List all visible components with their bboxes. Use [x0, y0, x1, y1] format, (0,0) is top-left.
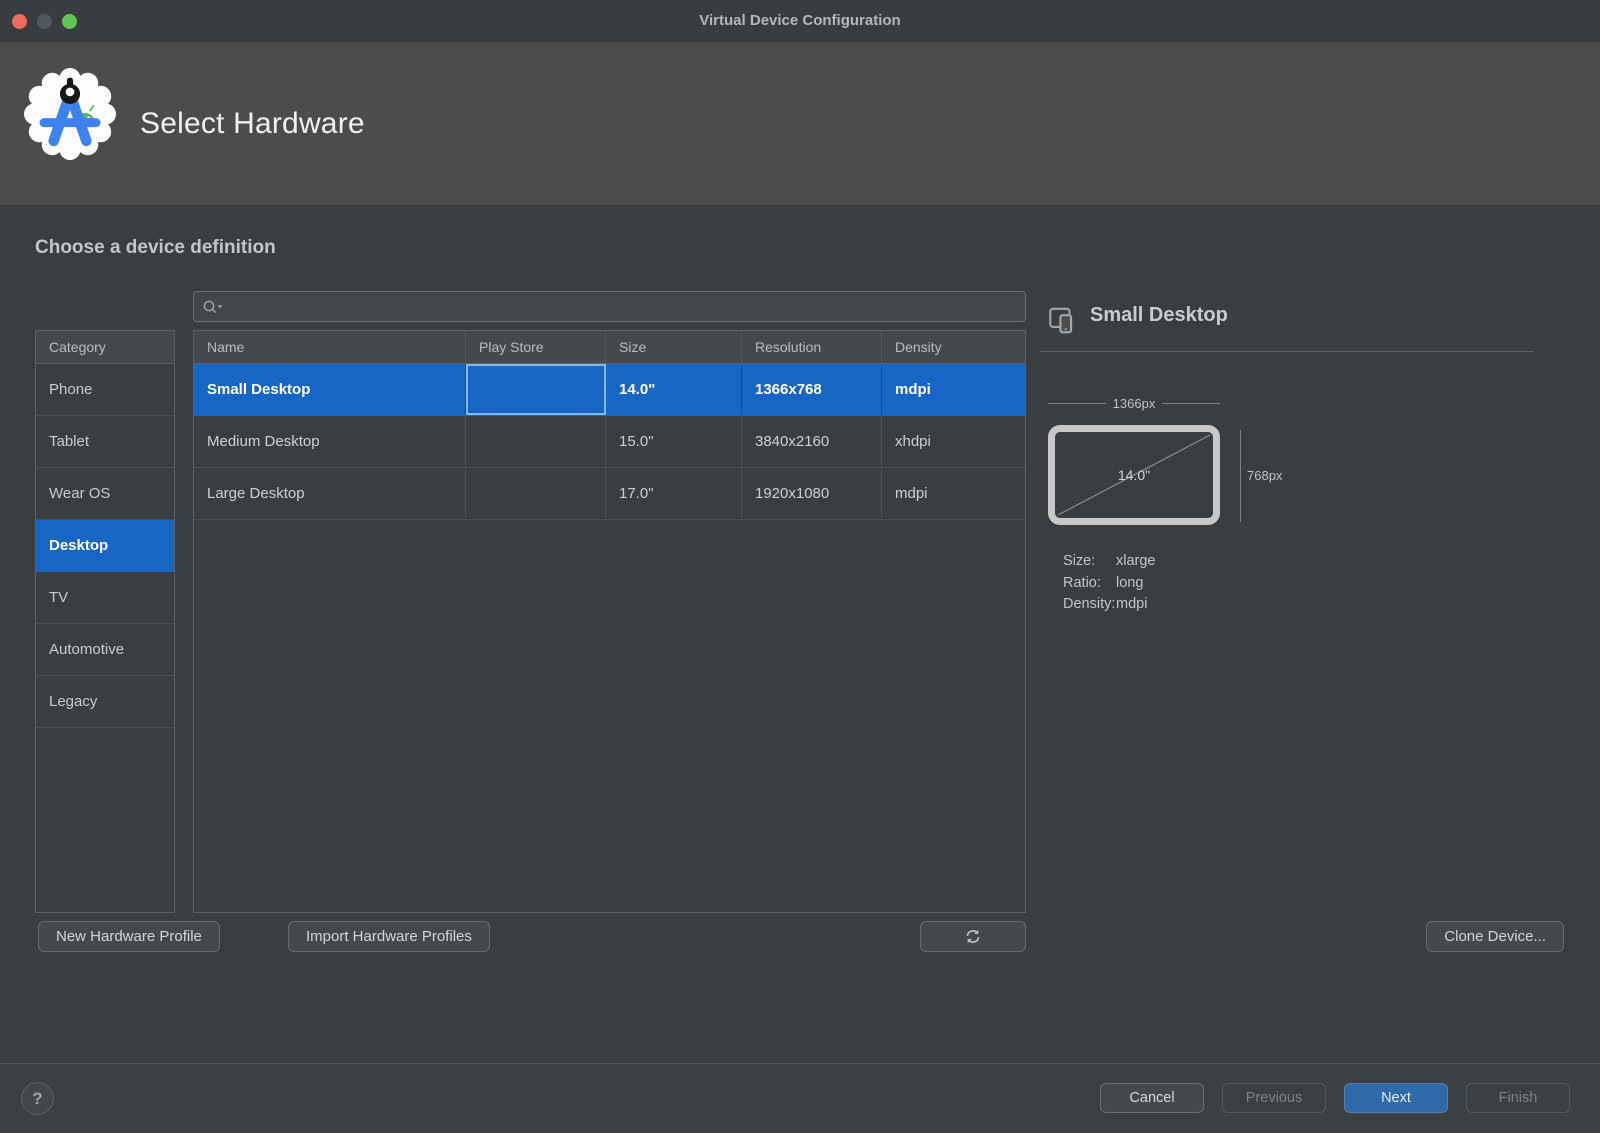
spec-size: Size:xlarge	[1063, 551, 1156, 573]
traffic-lights	[12, 14, 77, 29]
detail-device-title: Small Desktop	[1090, 304, 1228, 327]
spec-ratio: Ratio:long	[1063, 573, 1156, 595]
window-title: Virtual Device Configuration	[0, 0, 1600, 42]
column-header-size[interactable]: Size	[606, 331, 742, 363]
section-title: Choose a device definition	[35, 237, 276, 259]
table-row-medium-desktop[interactable]: Medium Desktop 15.0" 3840x2160 xhdpi	[194, 416, 1025, 468]
cell-density[interactable]: mdpi	[882, 364, 1025, 415]
cell-play-store[interactable]	[466, 416, 606, 467]
previous-button: Previous	[1222, 1083, 1326, 1113]
refresh-button[interactable]	[920, 921, 1026, 952]
cell-density[interactable]: xhdpi	[882, 416, 1025, 467]
device-search-box[interactable]	[193, 291, 1026, 322]
device-specs: Size:xlarge Ratio:long Density:mdpi	[1063, 551, 1156, 616]
category-panel: Category Phone Tablet Wear OS Desktop TV…	[35, 330, 175, 913]
search-icon	[202, 299, 226, 315]
height-dimension-line	[1240, 430, 1241, 522]
width-dimension: 1366px	[1048, 396, 1220, 411]
page-title: Select Hardware	[140, 42, 365, 205]
table-row-small-desktop[interactable]: Small Desktop 14.0" 1366x768 mdpi	[194, 364, 1025, 416]
category-item-legacy[interactable]: Legacy	[36, 676, 174, 728]
new-hardware-profile-button[interactable]: New Hardware Profile	[38, 921, 220, 952]
help-button[interactable]: ?	[21, 1082, 54, 1115]
cell-play-store[interactable]	[466, 468, 606, 519]
virtual-device-configuration-dialog: Virtual Device Configuration	[0, 0, 1600, 1133]
cell-size[interactable]: 15.0"	[606, 416, 742, 467]
cell-size[interactable]: 17.0"	[606, 468, 742, 519]
cell-name[interactable]: Medium Desktop	[194, 416, 466, 467]
next-button[interactable]: Next	[1344, 1083, 1448, 1113]
android-studio-logo-icon	[24, 68, 116, 160]
device-table-header: Name Play Store Size Resolution Density	[194, 331, 1025, 364]
category-item-phone[interactable]: Phone	[36, 364, 174, 416]
device-table: Name Play Store Size Resolution Density …	[193, 330, 1026, 913]
dialog-actions: Cancel Previous Next Finish	[1100, 1083, 1570, 1113]
category-header: Category	[36, 331, 174, 364]
column-header-name[interactable]: Name	[194, 331, 466, 363]
category-item-wear-os[interactable]: Wear OS	[36, 468, 174, 520]
cell-play-store[interactable]	[466, 364, 606, 415]
column-header-density[interactable]: Density	[882, 331, 1025, 363]
category-item-automotive[interactable]: Automotive	[36, 624, 174, 676]
category-item-tablet[interactable]: Tablet	[36, 416, 174, 468]
column-header-play-store[interactable]: Play Store	[466, 331, 606, 363]
dialog-footer: ? Cancel Previous Next Finish	[0, 1063, 1600, 1133]
cell-resolution[interactable]: 1920x1080	[742, 468, 882, 519]
refresh-icon	[964, 928, 982, 945]
close-button[interactable]	[12, 14, 27, 29]
diagonal-size-label: 14.0"	[1055, 432, 1213, 518]
wizard-header: Select Hardware	[0, 42, 1600, 205]
minimize-button	[37, 14, 52, 29]
category-item-desktop[interactable]: Desktop	[36, 520, 174, 572]
cell-name[interactable]: Small Desktop	[194, 364, 466, 415]
device-screen-diagram: 14.0"	[1048, 425, 1220, 525]
import-hardware-profiles-button[interactable]: Import Hardware Profiles	[288, 921, 490, 952]
finish-button: Finish	[1466, 1083, 1570, 1113]
cell-resolution[interactable]: 3840x2160	[742, 416, 882, 467]
detail-divider	[1040, 351, 1534, 352]
devices-icon	[1046, 304, 1078, 336]
column-header-resolution[interactable]: Resolution	[742, 331, 882, 363]
cell-density[interactable]: mdpi	[882, 468, 1025, 519]
clone-device-button[interactable]: Clone Device...	[1426, 921, 1564, 952]
cell-name[interactable]: Large Desktop	[194, 468, 466, 519]
width-label: 1366px	[1113, 396, 1156, 411]
category-item-tv[interactable]: TV	[36, 572, 174, 624]
table-row-large-desktop[interactable]: Large Desktop 17.0" 1920x1080 mdpi	[194, 468, 1025, 520]
height-label: 768px	[1247, 468, 1282, 483]
zoom-button[interactable]	[62, 14, 77, 29]
cancel-button[interactable]: Cancel	[1100, 1083, 1204, 1113]
spec-density: Density:mdpi	[1063, 594, 1156, 616]
chevron-down-icon	[218, 305, 223, 308]
search-input[interactable]	[226, 299, 1017, 315]
cell-size[interactable]: 14.0"	[606, 364, 742, 415]
cell-resolution[interactable]: 1366x768	[742, 364, 882, 415]
titlebar: Virtual Device Configuration	[0, 0, 1600, 42]
